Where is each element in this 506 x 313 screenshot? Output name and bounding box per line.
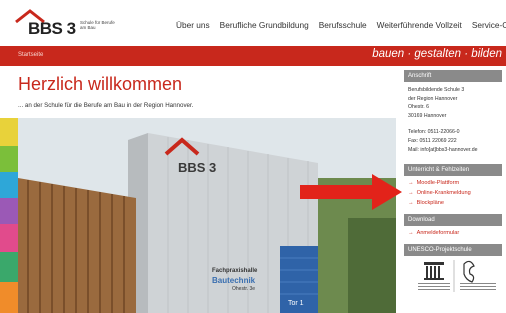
mail-text[interactable]: Mail: info[at]bbs3-hannover.de: [408, 146, 498, 155]
address-line: der Region Hannover: [408, 95, 458, 102]
download-box: Download → Anmeldeformular: [404, 214, 502, 238]
fax-text: Fax: 0511 22069 222: [408, 137, 457, 144]
address-line: Berufsbildende Schule 3: [408, 87, 465, 93]
nav-item-berufsschule[interactable]: Berufsschule: [319, 20, 367, 30]
school-building-photo: BBS 3 Fachpraxishalle Bautechnik Ohestr.…: [18, 118, 396, 313]
address-line: Ohestr. 6: [408, 104, 430, 111]
logo-subtitle: Schule für Berufe am Bau: [80, 20, 115, 30]
online-sick-note-link[interactable]: → Online-Krankmeldung: [404, 188, 502, 198]
teaching-box: Unterricht & Fehlzeiten → Moodle-Plattfor…: [404, 164, 502, 208]
red-arrow-icon: [300, 174, 402, 210]
unesco-box: UNESCO-Projektschule: [404, 244, 502, 302]
photo-sign-fachpraxishalle: Fachpraxishalle: [212, 268, 258, 274]
photo-sign-bbs3: BBS 3: [178, 160, 217, 175]
photo-sign-bautechnik: Bautechnik: [212, 276, 256, 285]
moodle-link-label: Moodle-Plattform: [416, 180, 460, 187]
address-box: Anschrift Berufsbildende Schule 3 der Re…: [404, 70, 502, 158]
address-heading: Anschrift: [404, 70, 502, 82]
unesco-logos[interactable]: [404, 256, 502, 302]
block-plans-link[interactable]: → Blockpläne: [404, 198, 502, 208]
unesco-heading: UNESCO-Projektschule: [404, 244, 502, 257]
photo-door-label: Tor 1: [288, 300, 304, 307]
arrow-right-icon: →: [408, 190, 414, 197]
logo-text: BBS 3: [28, 19, 76, 38]
teaching-heading: Unterricht & Fehlzeiten: [404, 164, 502, 177]
tagline: bauen · gestalten · bilden: [372, 48, 502, 60]
block-plans-label: Blockpläne: [416, 200, 444, 207]
breadcrumb[interactable]: Startseite: [18, 52, 43, 58]
intro-text: ... an der Schule für die Berufe am Bau …: [18, 102, 194, 109]
color-strip: [0, 118, 18, 313]
photo-sign-address: Ohestr. 3e: [232, 286, 256, 292]
registration-form-label: Anmeldeformular: [416, 230, 460, 237]
red-banner: Startseite bauen · gestalten · bilden: [0, 46, 506, 66]
nav-item-service-center[interactable]: Service-Center: [472, 20, 506, 30]
phone-text: Telefon: 0511-22066-0: [408, 129, 460, 136]
address-line: 30169 Hannover: [408, 112, 447, 119]
nav-item-berufliche-grundbildung[interactable]: Berufliche Grundbildung: [220, 20, 309, 30]
address-body: Berufsbildende Schule 3 der Region Hanno…: [404, 82, 502, 158]
page: BBS 3 Schule für Berufe am Bau Über uns …: [0, 0, 506, 313]
sidebar: Anschrift Berufsbildende Schule 3 der Re…: [404, 70, 502, 308]
unesco-logo-icon: [418, 260, 496, 293]
registration-form-link[interactable]: → Anmeldeformular: [404, 228, 502, 238]
arrow-right-icon: →: [408, 180, 414, 187]
arrow-right-icon: →: [408, 200, 414, 207]
bbs3-logo[interactable]: BBS 3 Schule für Berufe am Bau: [14, 8, 124, 38]
nav-item-ueber-uns[interactable]: Über uns: [176, 20, 210, 30]
moodle-link[interactable]: → Moodle-Plattform: [404, 178, 502, 188]
site-header: BBS 3 Schule für Berufe am Bau Über uns …: [0, 0, 506, 46]
nav-item-weiterfuehrende-vollzeit[interactable]: Weiterführende Vollzeit: [377, 20, 462, 30]
page-title: Herzlich willkommen: [18, 74, 183, 94]
arrow-right-icon: →: [408, 230, 414, 237]
online-sick-note-label: Online-Krankmeldung: [416, 190, 471, 197]
main-nav: Über uns Berufliche Grundbildung Berufss…: [176, 20, 506, 30]
download-heading: Download: [404, 214, 502, 227]
